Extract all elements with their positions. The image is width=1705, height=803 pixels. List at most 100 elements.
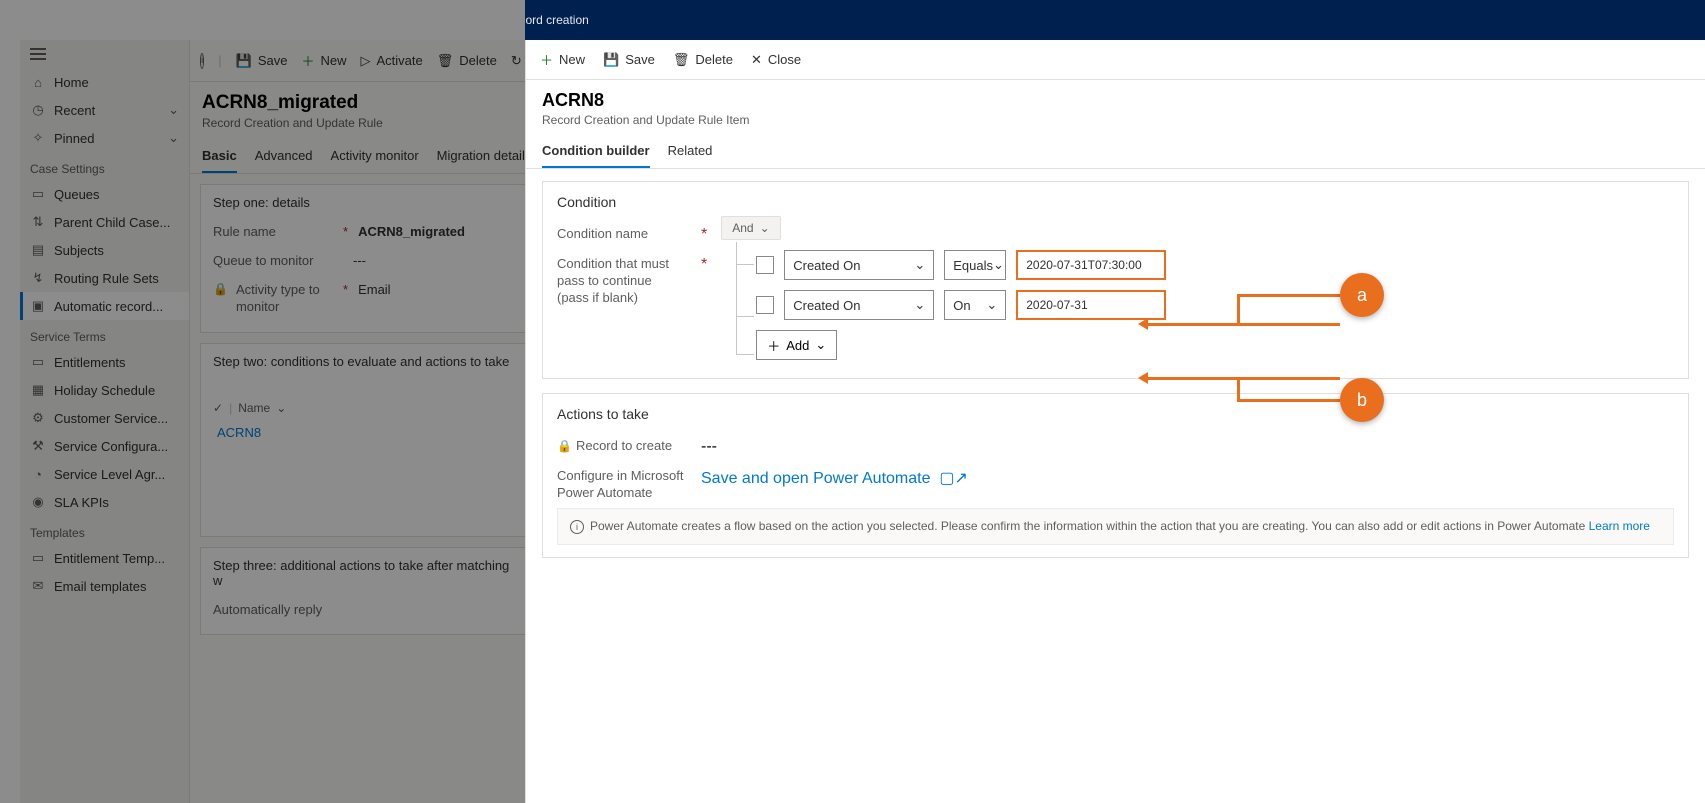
arrow-line-b bbox=[1146, 377, 1340, 380]
sidebar-item-label: Holiday Schedule bbox=[54, 383, 155, 398]
annotation-b: b bbox=[1340, 378, 1384, 422]
cmd-label: Delete bbox=[459, 53, 497, 68]
field-select[interactable]: Created On⌄ bbox=[784, 250, 934, 280]
sidebar-item-automatic-record[interactable]: ▣Automatic record... bbox=[20, 292, 189, 320]
delete-button[interactable]: 🗑Delete bbox=[673, 52, 733, 68]
new-button[interactable]: ＋New bbox=[301, 51, 346, 70]
page-subtitle: Record Creation and Update Rule bbox=[202, 116, 533, 130]
activity-type-label: 🔒Activity type to monitor bbox=[213, 282, 333, 316]
queue-value[interactable]: --- bbox=[353, 253, 366, 268]
learn-more-link[interactable]: Learn more bbox=[1589, 519, 1650, 533]
chevron-down-icon: ⌄ bbox=[993, 257, 1004, 273]
sidebar-item-customer-service[interactable]: ⚙Customer Service... bbox=[20, 404, 189, 432]
activate-button[interactable]: ▷Activate bbox=[360, 53, 422, 69]
list-header[interactable]: ✓|Name⌄ bbox=[213, 397, 522, 419]
cmd-label: Save bbox=[258, 53, 288, 68]
sidebar-item-entitlement-temp[interactable]: ▭ Entitlement Temp... bbox=[20, 544, 189, 572]
info-text: Power Automate creates a flow based on t… bbox=[590, 519, 1585, 533]
list-item[interactable]: ACRN8 bbox=[213, 419, 522, 446]
sidebar-item-home[interactable]: ⌂Home bbox=[20, 68, 189, 96]
sidebar-item-queues[interactable]: ▭Queues bbox=[20, 180, 189, 208]
sidebar-item-label: Home bbox=[54, 75, 89, 90]
app-name[interactable]: Customer Service Hub bbox=[184, 13, 305, 27]
close-icon: ✕ bbox=[751, 52, 762, 68]
tab-related[interactable]: Related bbox=[668, 135, 713, 168]
tab-migration[interactable]: Migration details bbox=[437, 140, 532, 173]
and-operator[interactable]: And⌄ bbox=[721, 216, 780, 240]
sidebar-item-label: Entitlement Temp... bbox=[54, 551, 165, 566]
info-icon[interactable]: i bbox=[200, 53, 204, 69]
cmd-label: Close bbox=[768, 52, 801, 67]
info-banner: i Power Automate creates a flow based on… bbox=[557, 508, 1674, 545]
mail-icon: ✉ bbox=[30, 578, 46, 594]
sidebar-group-title: Service Terms bbox=[20, 320, 189, 348]
row-checkbox[interactable] bbox=[756, 296, 774, 314]
add-label: Add bbox=[786, 338, 809, 353]
sidebar-item-sla-kpi[interactable]: ◉SLA KPIs bbox=[20, 488, 189, 516]
and-label: And bbox=[732, 221, 753, 235]
close-button[interactable]: ✕ Close bbox=[751, 52, 801, 68]
sidebar-item-parent-child[interactable]: ⇅Parent Child Case... bbox=[20, 208, 189, 236]
tab-activity-monitor[interactable]: Activity monitor bbox=[331, 140, 419, 173]
tab-condition-builder[interactable]: Condition builder bbox=[542, 135, 650, 168]
step-three-title: Step three: additional actions to take a… bbox=[213, 558, 522, 588]
rule-name-value[interactable]: ACRN8_migrated bbox=[358, 224, 465, 239]
sidebar-item-holiday[interactable]: ▦Holiday Schedule bbox=[20, 376, 189, 404]
sidebar-item-recent[interactable]: ◷Recent⌄ bbox=[20, 96, 189, 124]
activity-type-value[interactable]: Email bbox=[358, 282, 391, 297]
chevron-down-icon[interactable]: ⌄ bbox=[159, 12, 170, 28]
value-input-a[interactable]: 2020-07-31T07:30:00 bbox=[1016, 250, 1166, 280]
sidebar-item-service-config[interactable]: ⚒Service Configura... bbox=[20, 432, 189, 460]
row-checkbox[interactable] bbox=[756, 256, 774, 274]
save-button[interactable]: 💾 Save bbox=[236, 53, 288, 69]
sidebar-item-label: Subjects bbox=[54, 243, 104, 258]
command-bar: i | 💾Save ＋New ▷Activate 🗑Delete ↻Refr bbox=[190, 40, 545, 82]
add-button[interactable]: ＋Add⌄ bbox=[756, 330, 837, 360]
chevron-down-icon: ⌄ bbox=[168, 130, 179, 146]
kpi-icon: ◉ bbox=[30, 494, 46, 510]
record-create-value[interactable]: --- bbox=[701, 438, 717, 456]
sidebar-item-label: Customer Service... bbox=[54, 411, 168, 426]
chevron-down-icon: ⌄ bbox=[168, 102, 179, 118]
save-button[interactable]: 💾Save bbox=[603, 52, 655, 68]
breadcrumb-1[interactable]: Service Management bbox=[314, 13, 427, 27]
delete-button[interactable]: 🗑Delete bbox=[437, 53, 497, 69]
field-value: Created On bbox=[793, 298, 860, 313]
sidebar-item-pinned[interactable]: ✧Pinned⌄ bbox=[20, 124, 189, 152]
cmd-label: Activate bbox=[376, 53, 422, 68]
hamburger-button[interactable] bbox=[20, 40, 189, 68]
chevron-down-icon: ⌄ bbox=[815, 337, 826, 353]
record-form: i | 💾Save ＋New ▷Activate 🗑Delete ↻Refr A… bbox=[190, 40, 545, 803]
breadcrumb-2[interactable]: Automatic record creation bbox=[452, 13, 589, 27]
new-button[interactable]: ＋New bbox=[540, 50, 585, 69]
sidebar-item-label: Routing Rule Sets bbox=[54, 271, 159, 286]
save-icon: 💾 bbox=[236, 53, 252, 69]
annotation-b-label: b bbox=[1340, 378, 1384, 422]
arrow-head-b bbox=[1138, 372, 1148, 384]
field-select[interactable]: Created On⌄ bbox=[784, 290, 934, 320]
sidebar-item-routing[interactable]: ↯ Routing Rule Sets bbox=[20, 264, 189, 292]
template-icon: ▭ bbox=[30, 550, 46, 566]
save-open-power-automate-link[interactable]: Save and open Power Automate ▢↗ bbox=[701, 468, 968, 488]
operator-select[interactable]: On⌄ bbox=[944, 290, 1006, 320]
plus-icon: ＋ bbox=[540, 50, 553, 69]
name-column: Name bbox=[238, 401, 270, 415]
sla-icon: ◔ bbox=[30, 466, 46, 482]
tab-basic[interactable]: Basic bbox=[202, 140, 237, 173]
rule-item-panel: ＋New 💾Save 🗑Delete ✕Close ACRN8 Record C… bbox=[525, 40, 1705, 803]
operator-select[interactable]: Equals⌄ bbox=[944, 250, 1006, 280]
value-input-b[interactable]: 2020-07-31 bbox=[1016, 290, 1166, 320]
app-launcher-icon[interactable] bbox=[28, 11, 46, 29]
route-icon: ↯ bbox=[30, 270, 46, 286]
condition-card: Condition Condition name * ACRN8 Conditi… bbox=[542, 181, 1689, 379]
sidebar-item-sla[interactable]: ◔ Service Level Agr... bbox=[20, 460, 189, 488]
sidebar-item-label: Service Configura... bbox=[54, 439, 168, 454]
arrow-head-a bbox=[1138, 318, 1148, 330]
sidebar-item-subjects[interactable]: ▤Subjects bbox=[20, 236, 189, 264]
clock-icon: ◷ bbox=[30, 102, 46, 118]
step-three-section: Step three: additional actions to take a… bbox=[200, 547, 535, 636]
sidebar-item-email-temp[interactable]: ✉Email templates bbox=[20, 572, 189, 600]
sidebar-item-entitlements[interactable]: ▭Entitlements bbox=[20, 348, 189, 376]
tab-advanced[interactable]: Advanced bbox=[255, 140, 313, 173]
sidebar-item-label: Service Level Agr... bbox=[54, 467, 165, 482]
